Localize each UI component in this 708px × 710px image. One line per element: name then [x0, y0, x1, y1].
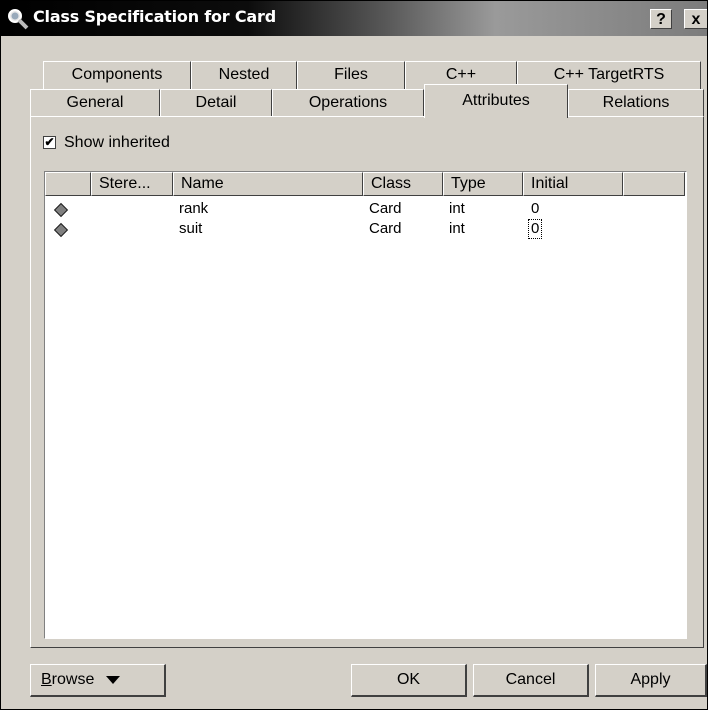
cell-class: Card: [369, 200, 402, 217]
cell-name: rank: [179, 200, 209, 217]
table-row[interactable]: suit Card int 0: [45, 219, 685, 240]
ok-button[interactable]: OK: [351, 664, 467, 697]
column-header-name[interactable]: Name: [173, 172, 363, 196]
cancel-button[interactable]: Cancel: [473, 664, 589, 697]
checkbox-check-icon[interactable]: ✔: [43, 136, 56, 149]
class-specification-window: Class Specification for Card ? x Compone…: [0, 0, 708, 710]
attributes-table[interactable]: Stere... Name Class Type Initial rank Ca…: [44, 171, 687, 639]
tab-attributes[interactable]: Attributes: [424, 84, 568, 118]
browse-accel: B: [41, 671, 52, 688]
tab-relations[interactable]: Relations: [568, 89, 704, 117]
cell-type: int: [449, 220, 465, 237]
column-header-class[interactable]: Class: [363, 172, 443, 196]
column-header-type[interactable]: Type: [443, 172, 523, 196]
tab-components[interactable]: Components: [43, 61, 191, 89]
cell-initial[interactable]: 0: [531, 200, 539, 218]
tab-files[interactable]: Files: [297, 61, 405, 89]
column-header-icon[interactable]: [45, 172, 91, 196]
window-title: Class Specification for Card: [33, 7, 276, 26]
apply-button[interactable]: Apply: [595, 664, 707, 697]
cell-class: Card: [369, 220, 402, 237]
attribute-icon: [53, 222, 69, 238]
cell-name: suit: [179, 220, 203, 237]
close-button[interactable]: x: [684, 9, 707, 29]
browse-button[interactable]: Browse: [30, 664, 166, 697]
magnifier-icon: [8, 9, 29, 30]
title-bar[interactable]: Class Specification for Card ? x: [1, 1, 707, 36]
column-header-stereotype[interactable]: Stere...: [91, 172, 173, 196]
help-button[interactable]: ?: [650, 9, 672, 29]
tab-detail[interactable]: Detail: [160, 89, 272, 117]
browse-label-rest: rowse: [51, 671, 95, 688]
tab-nested[interactable]: Nested: [191, 61, 297, 89]
cell-initial-focused[interactable]: 0: [527, 219, 543, 239]
cell-type: int: [449, 200, 465, 217]
attribute-icon: [53, 202, 69, 218]
column-header-filler: [623, 172, 685, 196]
tab-operations[interactable]: Operations: [272, 89, 424, 117]
show-inherited-label: Show inherited: [64, 134, 170, 151]
table-row[interactable]: rank Card int 0: [45, 200, 685, 220]
dropdown-arrow-icon: [106, 675, 121, 684]
column-header-initial[interactable]: Initial: [523, 172, 623, 196]
tab-general[interactable]: General: [30, 89, 160, 117]
